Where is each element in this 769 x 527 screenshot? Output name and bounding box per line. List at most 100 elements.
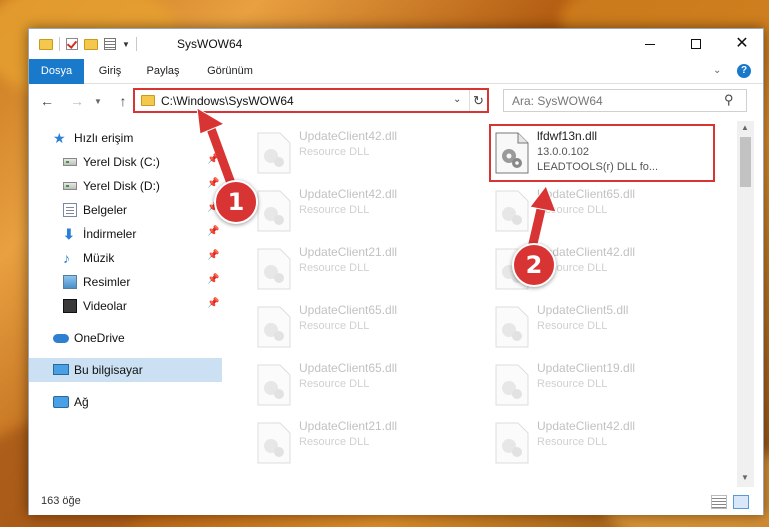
- sidebar-item-this-pc[interactable]: Bu bilgisayar: [29, 358, 222, 382]
- scroll-down-icon[interactable]: ▼: [741, 473, 749, 482]
- file-type: Resource DLL: [299, 262, 370, 274]
- tiles-view-button[interactable]: [733, 495, 749, 509]
- search-input[interactable]: Ara: SysWOW64: [512, 94, 603, 108]
- forward-button[interactable]: →: [67, 91, 87, 111]
- annotation-step-2-badge: 2: [512, 243, 556, 287]
- help-button[interactable]: ?: [737, 64, 751, 78]
- customize-toolbar-chevron-icon[interactable]: ▼: [122, 40, 130, 49]
- folder-icon[interactable]: [39, 38, 53, 50]
- pin-icon[interactable]: 📌: [207, 226, 219, 237]
- documents-icon: [63, 203, 77, 217]
- file-item[interactable]: UpdateClient65.dll Resource DLL: [249, 358, 479, 414]
- file-type: Resource DLL: [537, 436, 608, 448]
- sidebar-item-label: Belgeler: [83, 203, 128, 217]
- file-name: UpdateClient65.dll: [299, 303, 398, 317]
- chevron-down-icon: ▼: [94, 96, 102, 106]
- new-folder-icon[interactable]: [84, 38, 98, 50]
- tab-view[interactable]: Görünüm: [199, 59, 261, 84]
- tab-home[interactable]: Giriş: [92, 59, 128, 84]
- tab-share[interactable]: Paylaş: [142, 59, 184, 84]
- file-item[interactable]: UpdateClient42.dll Resource DLL: [487, 416, 717, 472]
- file-name: UpdateClient5.dll: [537, 303, 629, 317]
- file-name: UpdateClient21.dll: [299, 419, 398, 433]
- ribbon-tabs: Dosya Giriş Paylaş Görünüm ⌄ ?: [29, 59, 763, 84]
- properties-list-icon[interactable]: [104, 38, 116, 50]
- up-button[interactable]: ↑: [113, 91, 133, 111]
- sidebar-item-quick-access[interactable]: ★ Hızlı erişim: [29, 126, 222, 150]
- tab-file[interactable]: Dosya: [29, 59, 84, 84]
- sidebar-item-downloads[interactable]: ⬇ İndirmeler 📌: [29, 222, 222, 246]
- onedrive-icon: [53, 334, 69, 343]
- back-button[interactable]: ←: [37, 91, 57, 111]
- dll-file-icon: [495, 364, 529, 406]
- navigation-pane: ★ Hızlı erişim Yerel Disk (C:) 📌 Yerel D…: [29, 121, 227, 487]
- expand-ribbon-chevron-icon[interactable]: ⌄: [713, 65, 721, 76]
- scroll-thumb[interactable]: [740, 137, 751, 187]
- sidebar-item-label: Yerel Disk (D:): [83, 179, 160, 193]
- sidebar-item-label: Yerel Disk (C:): [83, 155, 160, 169]
- explorer-window: ▼ SysWOW64 ✕ Dosya Giriş Paylaş Görünüm …: [28, 28, 764, 515]
- annotation-step-1-badge: 1: [214, 180, 258, 224]
- pin-icon[interactable]: 📌: [207, 274, 219, 285]
- details-view-button[interactable]: [711, 495, 727, 509]
- search-box[interactable]: Ara: SysWOW64 ⚲: [503, 89, 747, 112]
- sidebar-item-onedrive[interactable]: OneDrive: [29, 326, 222, 350]
- scroll-up-icon[interactable]: ▲: [741, 123, 749, 132]
- file-type: Resource DLL: [537, 320, 608, 332]
- navigation-bar: ← → ▼ ↑ C:\Windows\SysWOW64 ⌄ ↻ Ara: Sys…: [29, 85, 763, 117]
- sidebar-item-music[interactable]: ♪ Müzik 📌: [29, 246, 222, 270]
- sidebar-item-pictures[interactable]: Resimler 📌: [29, 270, 222, 294]
- folder-icon: [141, 95, 155, 106]
- file-item[interactable]: UpdateClient5.dll Resource DLL: [487, 300, 717, 356]
- file-item[interactable]: UpdateClient65.dll Resource DLL: [249, 300, 479, 356]
- maximize-button[interactable]: [673, 29, 719, 59]
- file-item[interactable]: UpdateClient19.dll Resource DLL: [487, 358, 717, 414]
- sidebar-item-network[interactable]: Ağ: [29, 390, 222, 414]
- file-name: UpdateClient19.dll: [537, 361, 636, 375]
- pin-icon[interactable]: 📌: [207, 298, 219, 309]
- pin-icon[interactable]: 📌: [207, 250, 219, 261]
- sidebar-item-local-disk-d[interactable]: Yerel Disk (D:) 📌: [29, 174, 222, 198]
- file-item[interactable]: UpdateClient21.dll Resource DLL: [249, 416, 479, 472]
- dll-file-icon: [257, 306, 291, 348]
- annotation-highlight-box: [489, 124, 715, 182]
- close-button[interactable]: ✕: [719, 29, 765, 59]
- file-type: Resource DLL: [537, 204, 608, 216]
- search-icon[interactable]: ⚲: [724, 92, 734, 108]
- pin-icon[interactable]: 📌: [207, 178, 219, 189]
- file-type: Resource DLL: [299, 436, 370, 448]
- sidebar-item-label: Hızlı erişim: [74, 131, 134, 145]
- file-list: UpdateClient42.dll Resource DLL UpdateCl…: [227, 121, 737, 487]
- dll-file-icon: [257, 190, 291, 232]
- dll-file-icon: [495, 422, 529, 464]
- dll-file-icon: [495, 190, 529, 232]
- file-item[interactable]: UpdateClient21.dll Resource DLL: [249, 242, 479, 298]
- refresh-button[interactable]: ↻: [469, 90, 487, 111]
- properties-check-icon[interactable]: [66, 38, 78, 50]
- sidebar-item-local-disk-c[interactable]: Yerel Disk (C:) 📌: [29, 150, 222, 174]
- file-item[interactable]: UpdateClient42.dll Resource DLL: [249, 126, 479, 182]
- sidebar-item-label: Videolar: [83, 299, 127, 313]
- file-item[interactable]: UpdateClient42.dll Resource DLL: [249, 184, 479, 240]
- sidebar-item-documents[interactable]: Belgeler 📌: [29, 198, 222, 222]
- forward-arrow-icon: →: [70, 93, 84, 109]
- dll-file-icon: [257, 248, 291, 290]
- file-type: Resource DLL: [299, 320, 370, 332]
- item-count: 163 öğe: [41, 495, 81, 507]
- sidebar-item-label: OneDrive: [74, 331, 125, 345]
- file-name: UpdateClient42.dll: [299, 187, 398, 201]
- status-bar: 163 öğe: [29, 489, 763, 515]
- minimize-button[interactable]: [627, 29, 673, 59]
- address-dropdown-chevron-icon[interactable]: ⌄: [453, 94, 461, 105]
- vertical-scrollbar[interactable]: ▲ ▼: [737, 121, 754, 487]
- address-bar[interactable]: C:\Windows\SysWOW64 ⌄ ↻: [133, 88, 489, 113]
- address-path[interactable]: C:\Windows\SysWOW64: [161, 94, 294, 108]
- pin-icon[interactable]: 📌: [207, 154, 219, 165]
- sidebar-item-videos[interactable]: Videolar 📌: [29, 294, 222, 318]
- close-icon: ✕: [735, 35, 749, 52]
- file-item[interactable]: UpdateClient65.dll Resource DLL: [487, 184, 717, 240]
- music-icon: ♪: [63, 250, 70, 266]
- recent-locations-button[interactable]: ▼: [91, 91, 105, 111]
- back-arrow-icon: ←: [40, 93, 54, 109]
- maximize-icon: [691, 39, 701, 49]
